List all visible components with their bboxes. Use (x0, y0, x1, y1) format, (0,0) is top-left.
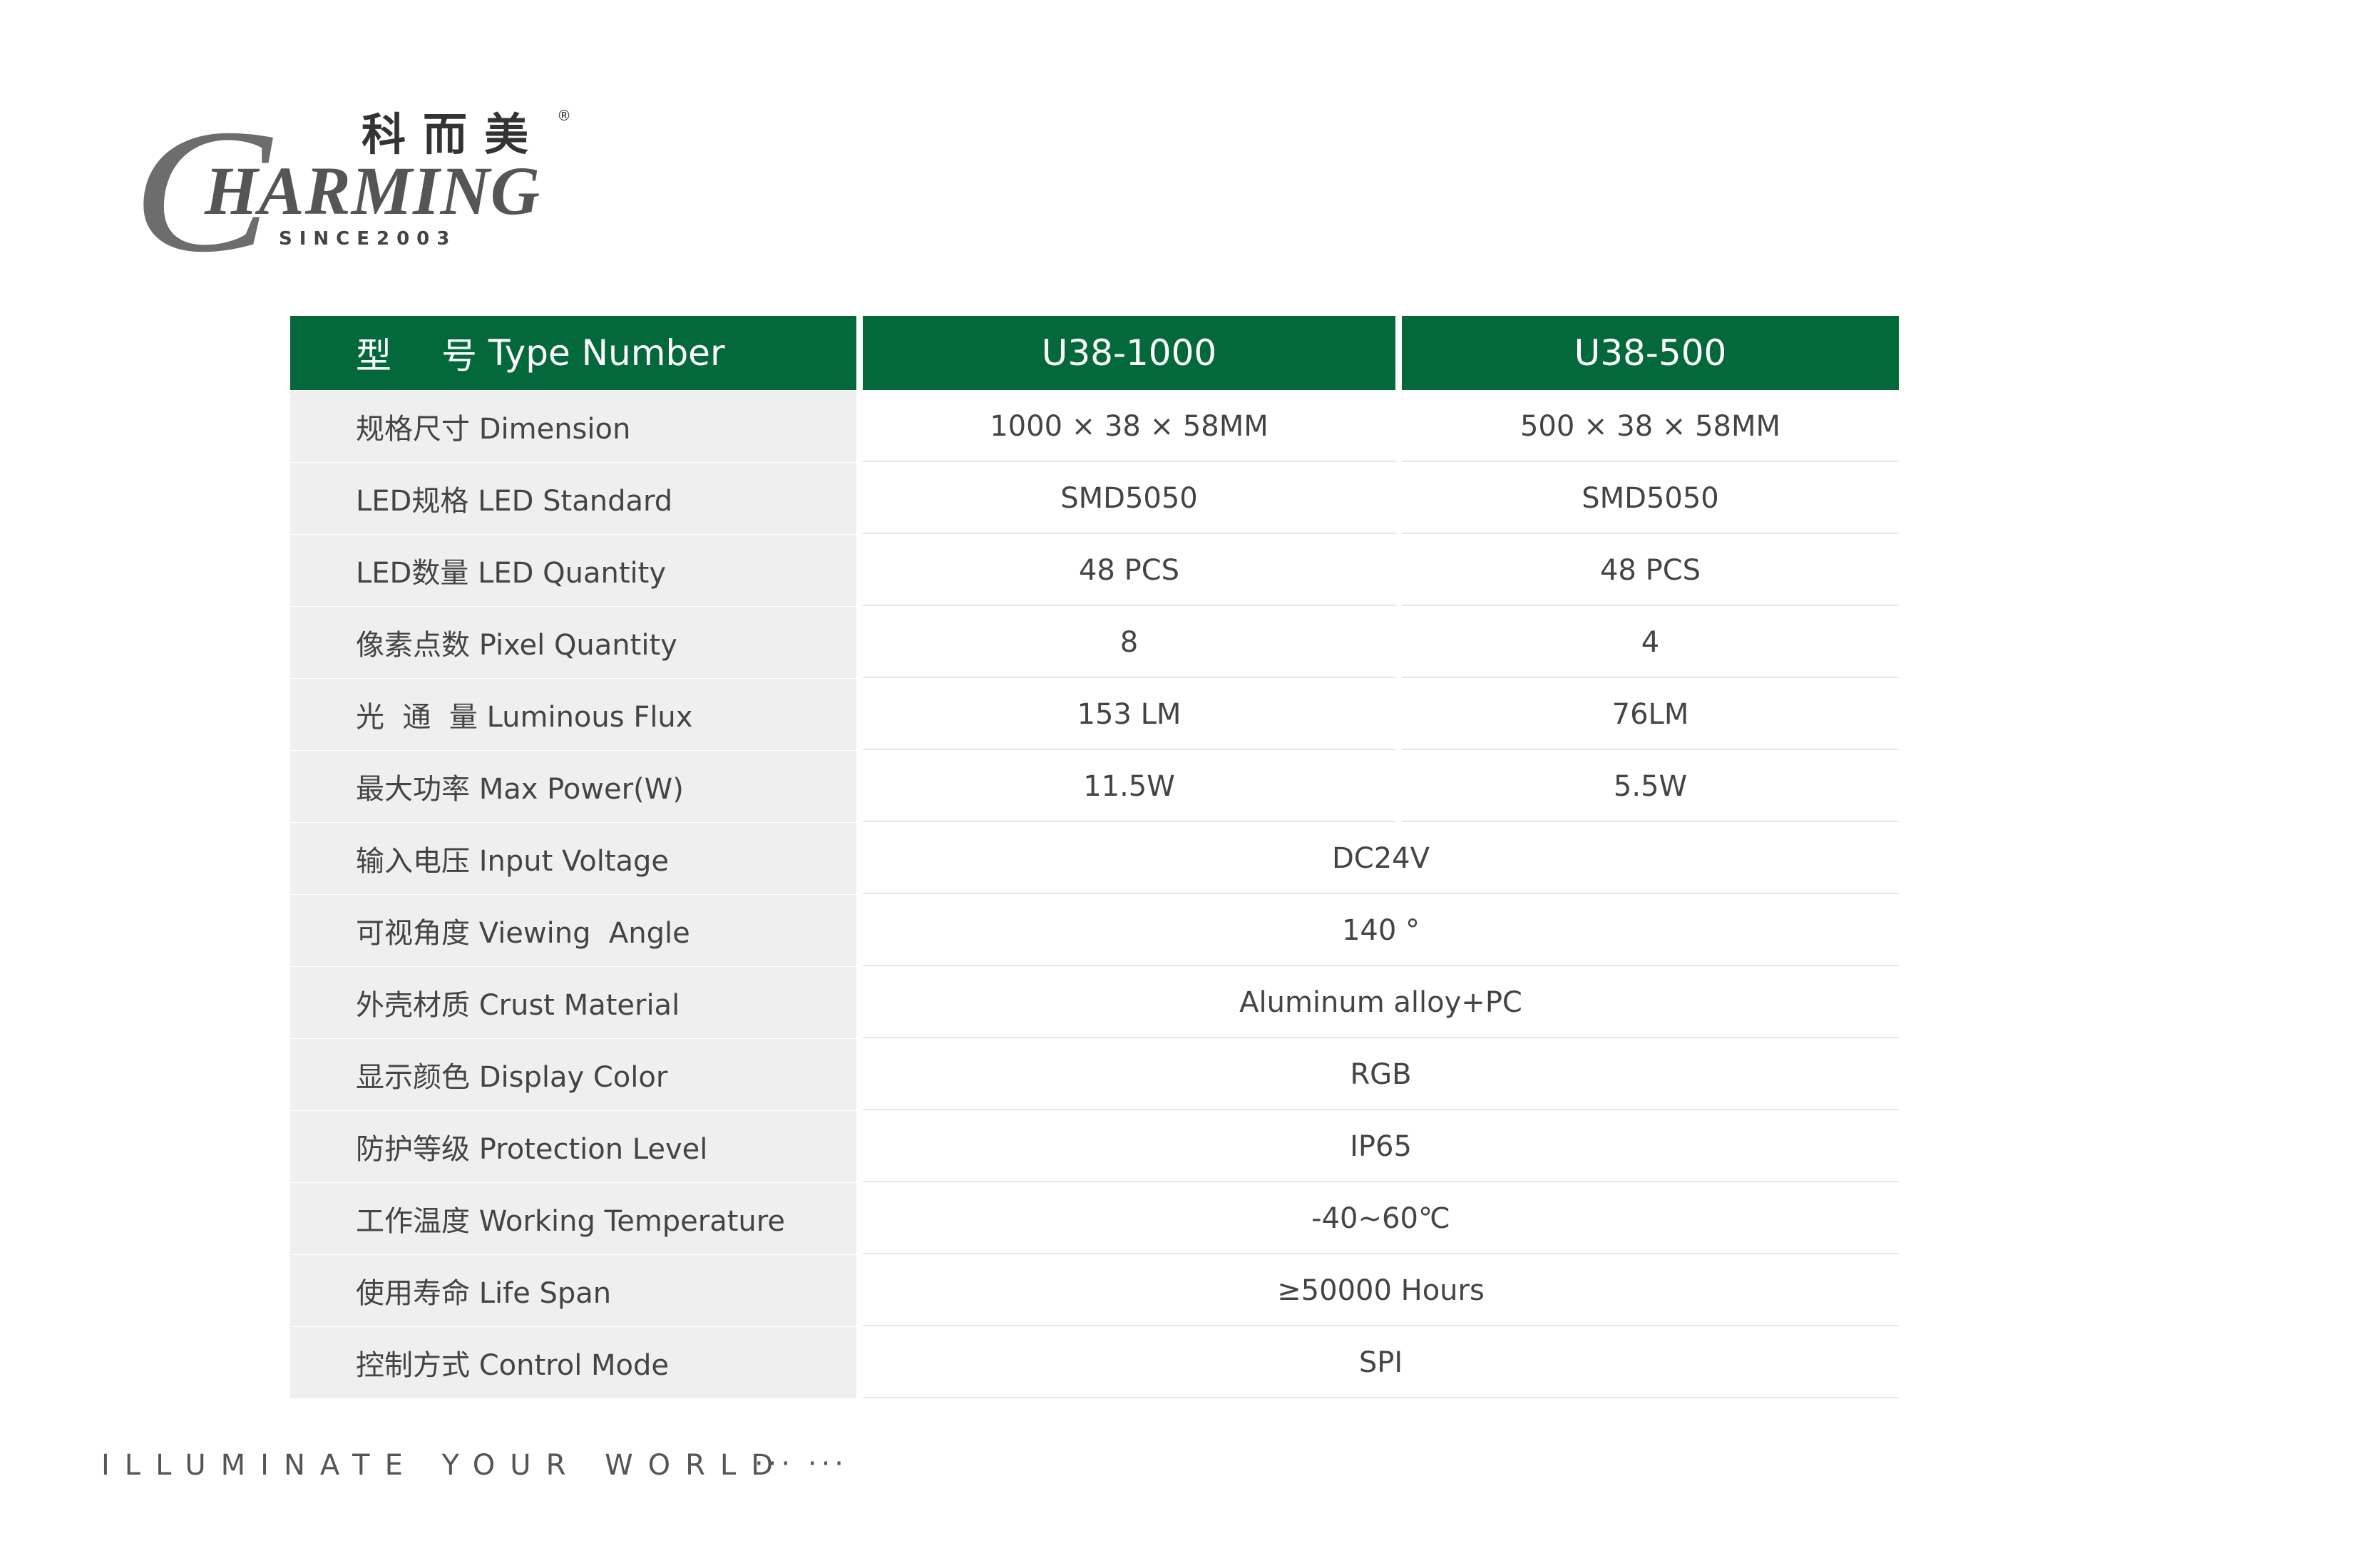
spec-value-model-2: 4 (1402, 607, 1899, 678)
header-label-cn2: 号 (441, 335, 477, 376)
spec-value: DC24V (863, 823, 1899, 894)
spec-label: 外壳材质 Crust Material (290, 967, 856, 1038)
spec-label: 最大功率 Max Power(W) (290, 751, 856, 822)
spec-value: IP65 (863, 1111, 1899, 1182)
logo-wordmark: HARMING (205, 153, 541, 229)
spec-value-model-1: SMD5050 (863, 463, 1395, 534)
spec-label: 光 通 量 Luminous Flux (290, 679, 856, 750)
spec-label: 使用寿命 Life Span (290, 1255, 856, 1326)
spec-value-model-2: SMD5050 (1402, 463, 1899, 534)
header-type-number: 型 号 Type Number (290, 316, 856, 390)
spec-label: LED规格 LED Standard (290, 463, 856, 534)
spec-label: 工作温度 Working Temperature (290, 1183, 856, 1254)
spec-value-model-2: 76LM (1402, 679, 1899, 750)
spec-value-model-1: 153 LM (863, 679, 1395, 750)
spec-value: Aluminum alloy+PC (863, 967, 1899, 1038)
header-label-cn: 型 (356, 335, 391, 376)
spec-value: RGB (863, 1039, 1899, 1110)
footer-dots: ··· ··· (754, 1447, 849, 1480)
spec-value-model-2: 5.5W (1402, 751, 1899, 822)
footer-slogan: ILLUMINATE YOUR WORLD (101, 1449, 788, 1482)
header-model-2: U38-500 (1402, 316, 1899, 390)
spec-label: LED数量 LED Quantity (290, 535, 856, 606)
logo-chinese-name: 科而美 (362, 108, 546, 160)
spec-label: 显示颜色 Display Color (290, 1039, 856, 1110)
spec-table: 型 号 Type Number U38-1000 U38-500 规格尺寸 Di… (290, 316, 1899, 1418)
spec-label: 像素点数 Pixel Quantity (290, 607, 856, 678)
spec-value-model-1: 48 PCS (863, 535, 1395, 606)
spec-value: 140 ° (863, 895, 1899, 966)
spec-value-model-1: 11.5W (863, 751, 1395, 822)
brand-logo: C HARMING 科而美 ® SINCE2003 (132, 100, 588, 280)
spec-value-model-1: 8 (863, 607, 1395, 678)
spec-value: -40~60℃ (863, 1183, 1899, 1254)
header-model-1: U38-1000 (863, 316, 1395, 390)
spec-label: 可视角度 Viewing Angle (290, 895, 856, 966)
header-label-en: Type Number (488, 332, 725, 374)
spec-value: SPI (863, 1327, 1899, 1398)
logo-since: SINCE2003 (279, 228, 457, 250)
spec-label: 输入电压 Input Voltage (290, 823, 856, 894)
spec-value-model-2: 48 PCS (1402, 535, 1899, 606)
spec-value-model-2: 500 × 38 × 58MM (1402, 391, 1899, 462)
spec-label: 防护等级 Protection Level (290, 1111, 856, 1182)
spec-label: 规格尺寸 Dimension (290, 391, 856, 462)
spec-value-model-1: 1000 × 38 × 58MM (863, 391, 1395, 462)
spec-value: ≥50000 Hours (863, 1255, 1899, 1326)
registered-mark: ® (557, 107, 571, 124)
spec-label: 控制方式 Control Mode (290, 1327, 856, 1398)
